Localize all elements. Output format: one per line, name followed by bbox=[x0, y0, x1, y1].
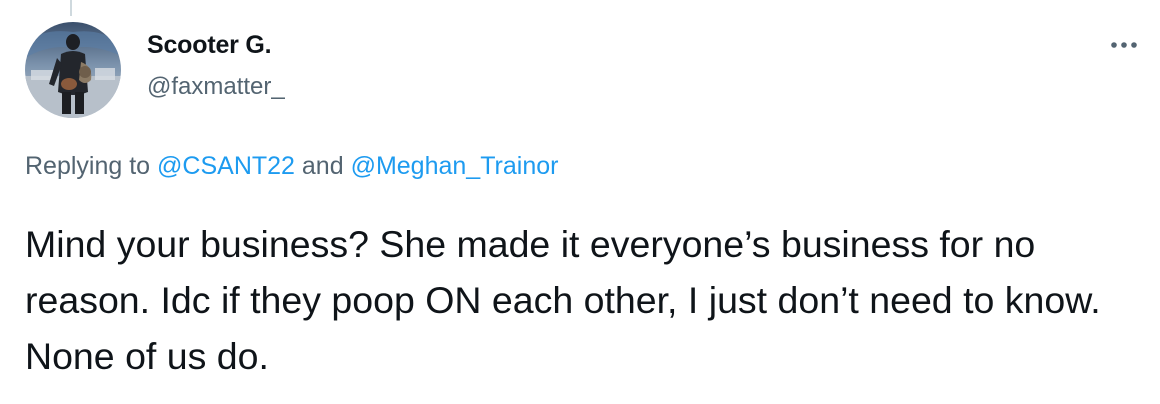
avatar[interactable] bbox=[25, 22, 121, 118]
reply-prefix: Replying to bbox=[25, 152, 151, 180]
author-info: Scooter G. @faxmatter_ bbox=[147, 30, 285, 102]
tweet-text: Mind your business? She made it everyone… bbox=[25, 223, 1101, 377]
display-name[interactable]: Scooter G. bbox=[147, 30, 285, 60]
reply-context: Replying to @CSANT22 and @Meghan_Trainor bbox=[25, 152, 558, 181]
reply-conjunction: and bbox=[301, 152, 344, 180]
mention-link-csant22[interactable]: @CSANT22 bbox=[157, 152, 295, 180]
tweet[interactable]: Scooter G. @faxmatter_ Replying to @CSAN… bbox=[0, 0, 1160, 404]
mention-link-meghan-trainor[interactable]: @Meghan_Trainor bbox=[351, 152, 559, 180]
more-options-button[interactable] bbox=[1104, 30, 1144, 60]
user-handle[interactable]: @faxmatter_ bbox=[147, 73, 285, 102]
more-horizontal-icon bbox=[1111, 42, 1137, 48]
